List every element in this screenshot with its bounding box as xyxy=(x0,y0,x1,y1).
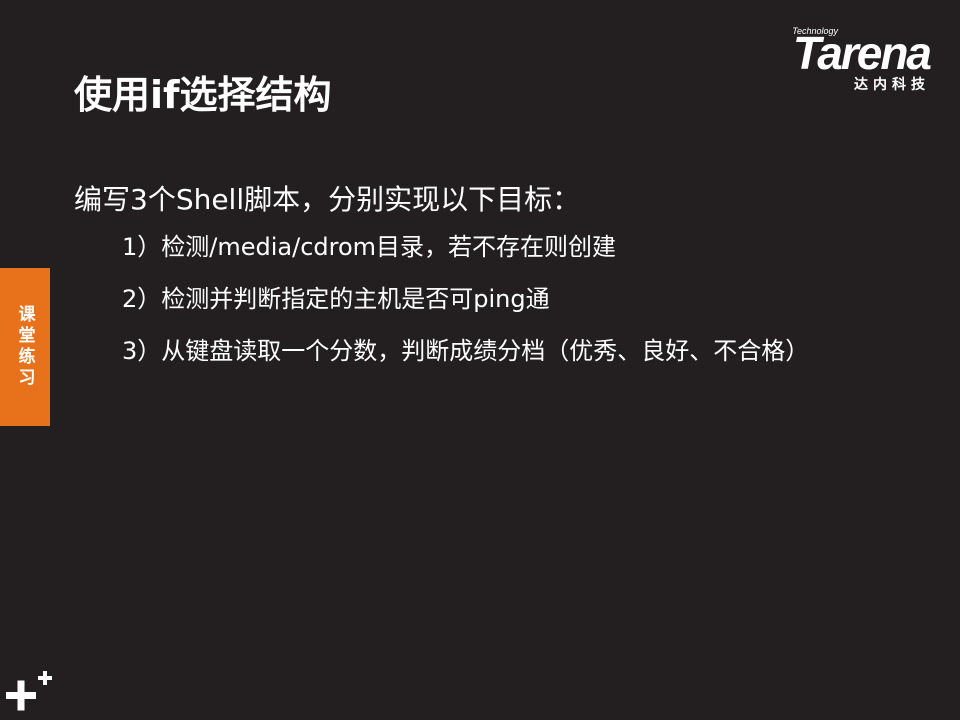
plus-mark-icon xyxy=(6,671,52,711)
task-item-3: 3）从键盘读取一个分数，判断成绩分档（优秀、良好、不合格） xyxy=(122,337,810,365)
slide-title: 使用if选择结构 xyxy=(74,73,332,117)
slide-content: 编写3个Shell脚本，分别实现以下目标： 1）检测/media/cdrom目录… xyxy=(74,180,854,392)
task-item-2: 2）检测并判断指定的主机是否可ping通 xyxy=(122,285,550,313)
side-tab-label: 课堂练习 xyxy=(14,305,35,389)
slide: Technology Tarena 达内科技 使用if选择结构 编写3个Shel… xyxy=(0,0,960,720)
tarena-logo: Technology Tarena 达内科技 xyxy=(734,26,932,96)
classroom-exercise-tab: 课堂练习 xyxy=(0,268,50,426)
task-item-1: 1）检测/media/cdrom目录，若不存在则创建 xyxy=(122,233,617,261)
logo-chinese-text: 达内科技 xyxy=(854,77,930,93)
logo-brand-text: Tarena xyxy=(792,27,932,79)
lead-text: 编写3个Shell脚本，分别实现以下目标： xyxy=(74,183,581,216)
task-list: 1）检测/media/cdrom目录，若不存在则创建 2）检测并判断指定的主机是… xyxy=(74,230,854,374)
